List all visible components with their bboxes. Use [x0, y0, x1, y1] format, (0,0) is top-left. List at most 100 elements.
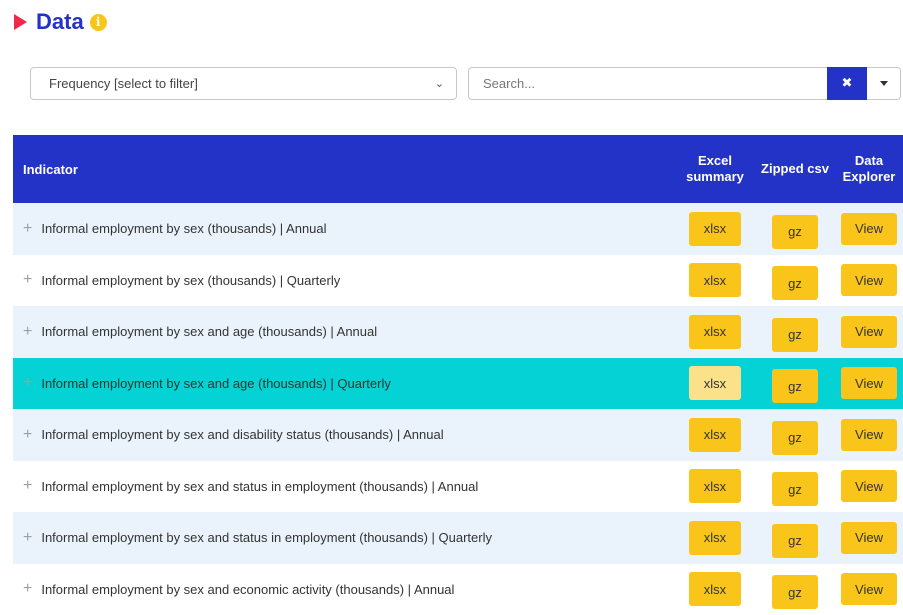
indicator-cell[interactable]: + Informal employment by sex and age (tho…	[13, 375, 675, 391]
zip-cell: gz	[755, 569, 835, 609]
indicator-cell[interactable]: + Informal employment by sex and status i…	[13, 478, 675, 494]
info-icon[interactable]: i	[90, 14, 107, 31]
xlsx-download-button[interactable]: xlsx	[689, 366, 741, 400]
expand-plus-icon[interactable]: +	[23, 375, 32, 391]
zip-cell: gz	[755, 363, 835, 403]
gz-download-button[interactable]: gz	[772, 472, 818, 506]
zip-cell: gz	[755, 466, 835, 506]
indicator-label: Informal employment by sex and age (thou…	[41, 324, 377, 339]
excel-cell: xlsx	[675, 469, 755, 503]
section-title: Data i	[14, 8, 107, 36]
expand-plus-icon[interactable]: +	[23, 581, 32, 597]
xlsx-download-button[interactable]: xlsx	[689, 315, 741, 349]
column-header-indicator[interactable]: Indicator	[13, 162, 675, 177]
expand-plus-icon[interactable]: +	[23, 221, 32, 237]
excel-cell: xlsx	[675, 263, 755, 297]
gz-download-button[interactable]: gz	[772, 524, 818, 558]
gz-download-button[interactable]: gz	[772, 266, 818, 300]
view-data-explorer-button[interactable]: View	[841, 213, 897, 245]
view-data-explorer-button[interactable]: View	[841, 419, 897, 451]
column-header-excel-line2: summary	[675, 169, 755, 185]
column-header-excel-summary: Excel summary	[675, 153, 755, 185]
frequency-select[interactable]: Frequency [select to filter] ⌄	[30, 67, 457, 100]
explorer-cell: View	[835, 316, 903, 348]
frequency-select-label: Frequency [select to filter]	[49, 76, 198, 91]
table-row[interactable]: +Informal employment by sex and disabili…	[13, 409, 903, 461]
zip-cell: gz	[755, 260, 835, 300]
indicator-label: Informal employment by sex and status in…	[41, 479, 478, 494]
caret-down-icon	[880, 81, 888, 86]
xlsx-download-button[interactable]: xlsx	[689, 521, 741, 555]
excel-cell: xlsx	[675, 212, 755, 246]
expand-plus-icon[interactable]: +	[23, 427, 32, 443]
play-icon	[14, 14, 27, 30]
xlsx-download-button[interactable]: xlsx	[689, 469, 741, 503]
xlsx-download-button[interactable]: xlsx	[689, 212, 741, 246]
search-options-dropdown-button[interactable]	[867, 67, 901, 100]
explorer-cell: View	[835, 213, 903, 245]
explorer-cell: View	[835, 470, 903, 502]
xlsx-download-button[interactable]: xlsx	[689, 572, 741, 606]
excel-cell: xlsx	[675, 521, 755, 555]
indicator-label: Informal employment by sex and age (thou…	[41, 376, 391, 391]
table-row[interactable]: + Informal employment by sex (thousands) …	[13, 255, 903, 307]
table-row[interactable]: + Informal employment by sex and status i…	[13, 461, 903, 513]
zip-cell: gz	[755, 518, 835, 558]
table-header: Indicator Excel summary Zipped csv Data …	[13, 135, 903, 203]
table-row[interactable]: + Informal employment by sex (thousands) …	[13, 203, 903, 255]
explorer-cell: View	[835, 367, 903, 399]
xlsx-download-button[interactable]: xlsx	[689, 263, 741, 297]
view-data-explorer-button[interactable]: View	[841, 522, 897, 554]
column-header-explorer-line2: Explorer	[835, 169, 903, 185]
excel-cell: xlsx	[675, 366, 755, 400]
gz-download-button[interactable]: gz	[772, 575, 818, 609]
search-input[interactable]: Search...	[468, 67, 827, 100]
expand-plus-icon[interactable]: +	[23, 478, 32, 494]
table-row[interactable]: + Informal employment by sex and status i…	[13, 512, 903, 564]
excel-cell: xlsx	[675, 418, 755, 452]
clear-search-button[interactable]: ✖	[827, 67, 867, 100]
view-data-explorer-button[interactable]: View	[841, 573, 897, 605]
indicator-cell[interactable]: + Informal employment by sex (thousands) …	[13, 272, 675, 288]
table-row[interactable]: + Informal employment by sex and age (tho…	[13, 358, 903, 410]
indicator-table: Indicator Excel summary Zipped csv Data …	[13, 135, 903, 615]
view-data-explorer-button[interactable]: View	[841, 470, 897, 502]
excel-cell: xlsx	[675, 572, 755, 606]
indicator-cell[interactable]: + Informal employment by sex and status i…	[13, 530, 675, 546]
view-data-explorer-button[interactable]: View	[841, 367, 897, 399]
chevron-down-icon: ⌄	[435, 77, 444, 90]
column-header-explorer-line1: Data	[835, 153, 903, 169]
column-header-data-explorer: Data Explorer	[835, 153, 903, 185]
explorer-cell: View	[835, 419, 903, 451]
explorer-cell: View	[835, 522, 903, 554]
view-data-explorer-button[interactable]: View	[841, 264, 897, 296]
table-row[interactable]: + Informal employment by sex and economic…	[13, 564, 903, 615]
gz-download-button[interactable]: gz	[772, 369, 818, 403]
view-data-explorer-button[interactable]: View	[841, 316, 897, 348]
indicator-label: Informal employment by sex and economic …	[41, 582, 454, 597]
indicator-label: Informal employment by sex and status in…	[41, 530, 492, 545]
xlsx-download-button[interactable]: xlsx	[689, 418, 741, 452]
close-icon: ✖	[842, 76, 853, 91]
column-header-zipped-csv: Zipped csv	[755, 161, 835, 177]
indicator-cell[interactable]: +Informal employment by sex and disabili…	[13, 427, 675, 443]
expand-plus-icon[interactable]: +	[23, 530, 32, 546]
expand-plus-icon[interactable]: +	[23, 272, 32, 288]
page-title: Data	[36, 9, 84, 35]
gz-download-button[interactable]: gz	[772, 421, 818, 455]
table-row[interactable]: + Informal employment by sex and age (tho…	[13, 306, 903, 358]
indicator-cell[interactable]: + Informal employment by sex and economic…	[13, 581, 675, 597]
column-header-excel-line1: Excel	[675, 153, 755, 169]
zip-cell: gz	[755, 209, 835, 249]
gz-download-button[interactable]: gz	[772, 318, 818, 352]
indicator-cell[interactable]: + Informal employment by sex and age (tho…	[13, 324, 675, 340]
indicator-label: Informal employment by sex (thousands) |…	[41, 273, 340, 288]
search-placeholder: Search...	[483, 76, 535, 91]
explorer-cell: View	[835, 264, 903, 296]
zip-cell: gz	[755, 312, 835, 352]
indicator-cell[interactable]: + Informal employment by sex (thousands) …	[13, 221, 675, 237]
expand-plus-icon[interactable]: +	[23, 324, 32, 340]
excel-cell: xlsx	[675, 315, 755, 349]
indicator-label: Informal employment by sex (thousands) |…	[41, 221, 326, 236]
gz-download-button[interactable]: gz	[772, 215, 818, 249]
